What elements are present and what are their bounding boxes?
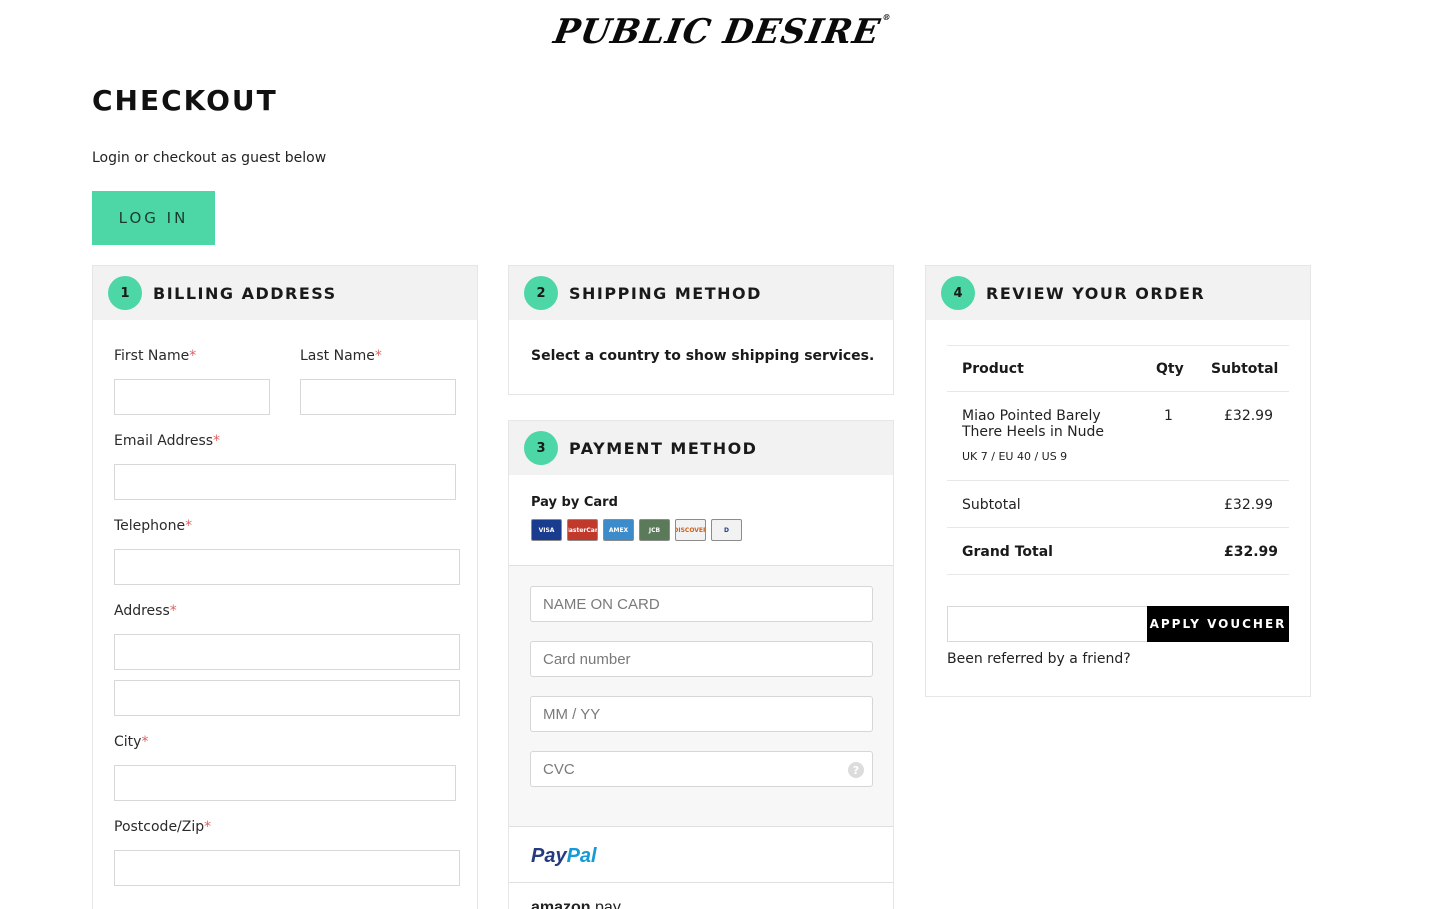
- subtotal-label: Subtotal: [962, 497, 1021, 513]
- payment-title: PAYMENT METHOD: [569, 438, 758, 458]
- step-badge-4: 4: [941, 276, 975, 310]
- page-title: CHECKOUT: [92, 84, 278, 117]
- divider: [947, 480, 1289, 481]
- diners-card-icon: D: [711, 519, 742, 541]
- login-button[interactable]: LOG IN: [92, 191, 215, 245]
- product-name: Miao Pointed Barely There Heels in Nude: [962, 408, 1104, 440]
- card-number-field[interactable]: [530, 641, 873, 677]
- address-line2-field[interactable]: [114, 680, 460, 716]
- product-qty: 1: [1164, 408, 1173, 424]
- shipping-message: Select a country to show shipping servic…: [531, 348, 875, 364]
- jcb-card-icon: JCB: [639, 519, 670, 541]
- divider: [947, 345, 1289, 346]
- telephone-label: Telephone*: [114, 518, 193, 534]
- first-name-label: First Name*: [114, 348, 197, 364]
- name-on-card-field[interactable]: [530, 586, 873, 622]
- referred-friend-link[interactable]: Been referred by a friend?: [947, 651, 1131, 667]
- pay-by-card-label[interactable]: Pay by Card: [531, 495, 618, 510]
- subtotal-value: £32.99: [1224, 497, 1273, 513]
- discover-card-icon: DISCOVER: [675, 519, 706, 541]
- review-title: REVIEW YOUR ORDER: [986, 283, 1206, 303]
- cvc-field[interactable]: [530, 751, 873, 787]
- brand-logo[interactable]: PUBLIC DESIRE®: [0, 12, 1443, 52]
- step-badge-3: 3: [524, 431, 558, 465]
- column-product: Product: [962, 361, 1024, 377]
- billing-address-panel: 1 BILLING ADDRESS First Name* Last Name*…: [92, 265, 478, 909]
- city-label: City*: [114, 734, 149, 750]
- expiry-field[interactable]: [530, 696, 873, 732]
- divider: [509, 882, 893, 883]
- column-qty: Qty: [1156, 361, 1184, 377]
- amazon-pay-option[interactable]: amazon pay: [531, 899, 621, 909]
- telephone-field[interactable]: [114, 549, 460, 585]
- last-name-field[interactable]: [300, 379, 456, 415]
- paypal-option[interactable]: PayPal: [531, 845, 597, 868]
- postcode-field[interactable]: [114, 850, 460, 886]
- address-label: Address*: [114, 603, 177, 619]
- shipping-header: 2 SHIPPING METHOD: [509, 266, 893, 320]
- divider: [947, 574, 1289, 575]
- review-order-panel: 4 REVIEW YOUR ORDER Product Qty Subtotal…: [925, 265, 1311, 697]
- cvc-help-icon[interactable]: ?: [848, 762, 864, 778]
- apply-voucher-button[interactable]: APPLY VOUCHER: [1147, 606, 1289, 642]
- review-header: 4 REVIEW YOUR ORDER: [926, 266, 1310, 320]
- email-label: Email Address*: [114, 433, 221, 449]
- visa-card-icon: VISA: [531, 519, 562, 541]
- checkout-page: PUBLIC DESIRE® CHECKOUT Login or checkou…: [0, 0, 1443, 909]
- billing-header: 1 BILLING ADDRESS: [93, 266, 477, 320]
- payment-method-panel: 3 PAYMENT METHOD Pay by Card VISA Master…: [508, 420, 894, 909]
- last-name-label: Last Name*: [300, 348, 382, 364]
- product-price: £32.99: [1224, 408, 1273, 424]
- product-size: UK 7 / EU 40 / US 9: [962, 450, 1068, 463]
- divider: [947, 527, 1289, 528]
- column-subtotal: Subtotal: [1211, 361, 1279, 377]
- voucher-code-field[interactable]: [947, 606, 1148, 642]
- payment-header: 3 PAYMENT METHOD: [509, 421, 893, 475]
- mastercard-card-icon: MasterCard: [567, 519, 598, 541]
- shipping-title: SHIPPING METHOD: [569, 283, 762, 303]
- card-form: ?: [509, 565, 893, 827]
- step-badge-2: 2: [524, 276, 558, 310]
- divider: [947, 391, 1289, 392]
- postcode-label: Postcode/Zip*: [114, 819, 212, 835]
- billing-title: BILLING ADDRESS: [153, 283, 337, 303]
- amex-card-icon: AMEX: [603, 519, 634, 541]
- page-subtitle: Login or checkout as guest below: [92, 150, 327, 166]
- city-field[interactable]: [114, 765, 456, 801]
- card-icons: VISA MasterCard AMEX JCB DISCOVER D: [531, 519, 742, 541]
- step-badge-1: 1: [108, 276, 142, 310]
- grand-total-label: Grand Total: [962, 544, 1053, 560]
- first-name-field[interactable]: [114, 379, 270, 415]
- email-field[interactable]: [114, 464, 456, 500]
- grand-total-value: £32.99: [1224, 544, 1279, 560]
- address-line1-field[interactable]: [114, 634, 460, 670]
- shipping-method-panel: 2 SHIPPING METHOD Select a country to sh…: [508, 265, 894, 395]
